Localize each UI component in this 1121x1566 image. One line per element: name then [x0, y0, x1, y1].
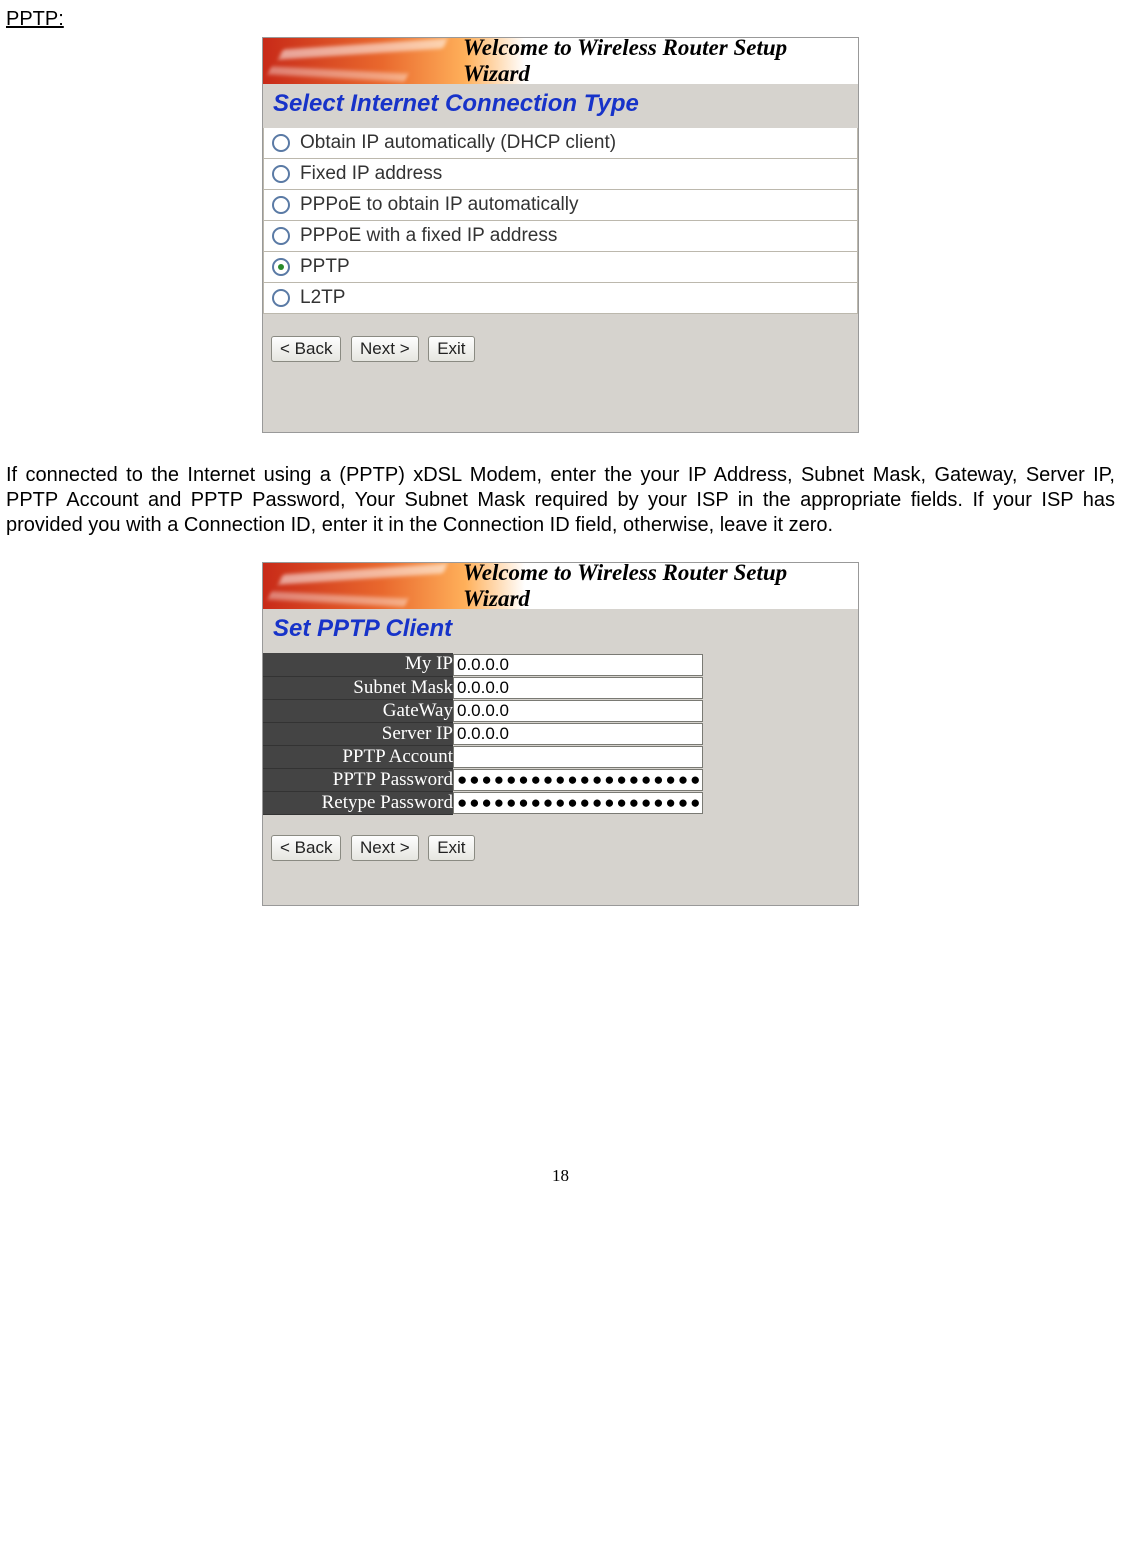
option-l2tp[interactable]: L2TP: [263, 283, 858, 314]
radio-icon: [272, 258, 290, 276]
body-paragraph: If connected to the Internet using a (PP…: [6, 463, 1115, 538]
radio-icon: [272, 165, 290, 183]
page-number: 18: [6, 1166, 1115, 1186]
wizard-set-pptp-client: Welcome to Wireless Router Setup Wizard …: [262, 562, 859, 906]
label-gateway: GateWay: [263, 699, 453, 722]
section-heading: PPTP:: [6, 8, 1115, 31]
pptp-account-input[interactable]: [453, 746, 703, 768]
option-pppoe-auto[interactable]: PPPoE to obtain IP automatically: [263, 190, 858, 221]
option-label: Obtain IP automatically (DHCP client): [300, 132, 616, 154]
back-button[interactable]: < Back: [271, 835, 341, 861]
wizard-select-connection-type: Welcome to Wireless Router Setup Wizard …: [262, 37, 859, 433]
wizard-banner: Welcome to Wireless Router Setup Wizard: [263, 563, 858, 609]
back-button[interactable]: < Back: [271, 336, 341, 362]
wizard-banner-text: Welcome to Wireless Router Setup Wizard: [463, 38, 858, 84]
label-retype-password: Retype Password: [263, 791, 453, 814]
radio-icon: [272, 227, 290, 245]
pptp-form: My IP Subnet Mask GateWay Server IP PPTP…: [263, 653, 858, 815]
radio-icon: [272, 134, 290, 152]
exit-button[interactable]: Exit: [428, 835, 474, 861]
label-pptp-account: PPTP Account: [263, 745, 453, 768]
radio-icon: [272, 289, 290, 307]
my-ip-input[interactable]: [453, 654, 703, 676]
wizard-title: Set PPTP Client: [263, 609, 858, 653]
option-pptp[interactable]: PPTP: [263, 252, 858, 283]
label-my-ip: My IP: [263, 653, 453, 676]
next-button[interactable]: Next >: [351, 336, 419, 362]
gateway-input[interactable]: [453, 700, 703, 722]
wizard-banner-text: Welcome to Wireless Router Setup Wizard: [463, 563, 858, 609]
label-server-ip: Server IP: [263, 722, 453, 745]
exit-button[interactable]: Exit: [428, 336, 474, 362]
option-pppoe-fixed[interactable]: PPPoE with a fixed IP address: [263, 221, 858, 252]
option-label: PPPoE to obtain IP automatically: [300, 194, 578, 216]
option-label: PPPoE with a fixed IP address: [300, 225, 557, 247]
subnet-mask-input[interactable]: [453, 677, 703, 699]
retype-password-input[interactable]: [453, 792, 703, 814]
wizard-banner: Welcome to Wireless Router Setup Wizard: [263, 38, 858, 84]
option-label: L2TP: [300, 287, 345, 309]
label-pptp-password: PPTP Password: [263, 768, 453, 791]
wizard-button-row: < Back Next > Exit: [263, 815, 858, 905]
wizard-title: Select Internet Connection Type: [263, 84, 858, 128]
pptp-password-input[interactable]: [453, 769, 703, 791]
option-label: Fixed IP address: [300, 163, 442, 185]
server-ip-input[interactable]: [453, 723, 703, 745]
next-button[interactable]: Next >: [351, 835, 419, 861]
radio-icon: [272, 196, 290, 214]
label-subnet-mask: Subnet Mask: [263, 676, 453, 699]
option-dhcp[interactable]: Obtain IP automatically (DHCP client): [263, 128, 858, 159]
wizard-button-row: < Back Next > Exit: [263, 314, 858, 432]
option-label: PPTP: [300, 256, 350, 278]
option-fixed-ip[interactable]: Fixed IP address: [263, 159, 858, 190]
